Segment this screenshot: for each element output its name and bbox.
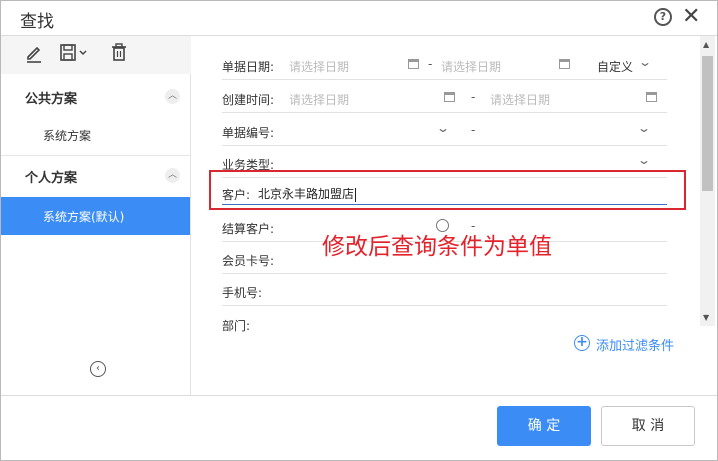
delete-icon[interactable] bbox=[110, 42, 128, 64]
scroll-up-icon[interactable]: ▲ bbox=[703, 40, 709, 49]
sidebar-divider bbox=[1, 155, 190, 156]
filter-label: 结算客户: bbox=[222, 222, 275, 236]
scheme-item-personal-default[interactable]: 系统方案(默认) bbox=[1, 197, 190, 235]
filter-label: 创建时间: bbox=[222, 93, 275, 107]
filter-row-create-time: 创建时间: 请选择日期 - 请选择日期 bbox=[222, 81, 667, 113]
footer-divider bbox=[1, 395, 717, 396]
calendar-icon[interactable] bbox=[408, 59, 419, 69]
filter-label: 单据编号: bbox=[222, 126, 275, 140]
filter-label: 会员卡号: bbox=[222, 254, 275, 268]
edit-icon[interactable] bbox=[25, 42, 43, 64]
chevron-down-icon[interactable]: ⌄ bbox=[638, 55, 652, 69]
collapse-sidebar-icon[interactable]: ‹ bbox=[90, 361, 106, 377]
ok-button[interactable]: 确 定 bbox=[497, 406, 591, 446]
end-date-input[interactable]: 请选择日期 bbox=[441, 58, 501, 75]
calendar-icon[interactable] bbox=[646, 92, 657, 102]
scheme-item-public-system[interactable]: 系统方案 bbox=[1, 116, 190, 154]
filter-label: 单据日期: bbox=[222, 60, 275, 74]
chevron-down-icon[interactable]: ⌄ bbox=[637, 121, 651, 135]
range-separator: - bbox=[428, 57, 433, 71]
scheme-item-label: 系统方案 bbox=[43, 129, 92, 143]
add-filter-link[interactable]: 添加过滤条件 bbox=[596, 335, 674, 354]
chevron-up-icon[interactable]: ︿ bbox=[165, 89, 180, 104]
title-bar: 查找 ? ✕ bbox=[1, 1, 717, 35]
chevron-down-icon[interactable]: ⌄ bbox=[637, 153, 651, 167]
calendar-icon[interactable] bbox=[444, 92, 455, 102]
range-separator: - bbox=[471, 90, 476, 104]
personal-scheme-header[interactable]: 个人方案 ︿ bbox=[1, 157, 190, 195]
scheme-toolbar bbox=[1, 36, 191, 74]
filter-row-doc-date: 单据日期: 请选择日期 - 请选择日期 自定义 ⌄ bbox=[222, 48, 667, 80]
calendar-icon[interactable] bbox=[559, 59, 570, 69]
save-icon[interactable] bbox=[59, 42, 91, 64]
date-range-mode-select[interactable]: 自定义 bbox=[597, 58, 633, 75]
help-icon[interactable]: ? bbox=[654, 8, 672, 26]
personal-scheme-title: 个人方案 bbox=[25, 171, 78, 186]
scroll-down-icon[interactable]: ▼ bbox=[703, 313, 709, 322]
filter-row-doc-no: 单据编号: ⌄ - ⌄ bbox=[222, 114, 667, 146]
scheme-sidebar: 公共方案 ︿ 系统方案 个人方案 ︿ 系统方案(默认) ‹ bbox=[1, 36, 191, 395]
filter-label: 手机号: bbox=[222, 286, 263, 300]
find-dialog: 查找 ? ✕ 公共方案 ︿ 系统方案 个人方案 ︿ 系统方案(默认) ‹ 单据日… bbox=[0, 0, 718, 461]
filter-panel: 单据日期: 请选择日期 - 请选择日期 自定义 ⌄ 创建时间: 请选择日期 - … bbox=[192, 36, 717, 395]
highlight-box bbox=[209, 170, 686, 210]
chevron-up-icon[interactable]: ︿ bbox=[165, 168, 180, 183]
scroll-thumb[interactable] bbox=[702, 56, 713, 191]
add-circle-icon[interactable]: + bbox=[574, 335, 590, 351]
filter-row-member-card: 会员卡号: bbox=[222, 242, 667, 274]
end-date-input[interactable]: 请选择日期 bbox=[490, 91, 550, 108]
cancel-button[interactable]: 取 消 bbox=[601, 406, 695, 446]
close-icon[interactable]: ✕ bbox=[682, 4, 700, 30]
filter-row-phone: 手机号: bbox=[222, 274, 667, 306]
public-scheme-header[interactable]: 公共方案 ︿ bbox=[1, 78, 190, 116]
range-separator: - bbox=[471, 123, 476, 137]
filter-label: 部门: bbox=[222, 319, 251, 333]
start-date-input[interactable]: 请选择日期 bbox=[289, 91, 349, 108]
scheme-item-label: 系统方案(默认) bbox=[43, 210, 125, 224]
scrollbar[interactable]: ▲ ▼ bbox=[700, 36, 715, 326]
public-scheme-title: 公共方案 bbox=[25, 92, 78, 107]
dialog-title: 查找 bbox=[20, 12, 54, 32]
chevron-down-icon[interactable]: ⌄ bbox=[436, 121, 450, 135]
start-date-input[interactable]: 请选择日期 bbox=[289, 58, 349, 75]
